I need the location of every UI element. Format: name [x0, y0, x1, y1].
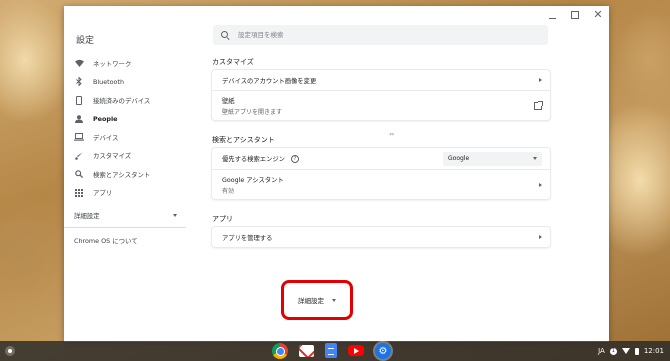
search-icon: [74, 169, 84, 179]
main-content: カスタマイズ デバイスのアカウント画像を変更 壁紙 壁紙アプリを開きます 検索と…: [212, 56, 550, 247]
battery-icon: [634, 347, 639, 355]
apps-card: アプリを管理する: [212, 227, 550, 247]
docs-icon[interactable]: [325, 343, 337, 358]
manage-apps-row[interactable]: アプリを管理する: [212, 227, 550, 247]
google-assistant-row[interactable]: Google アシスタント 有効: [212, 169, 550, 199]
section-title-search: 検索とアシスタント: [212, 136, 275, 144]
sidebar-item-people[interactable]: People: [64, 110, 189, 129]
row-label: アプリを管理する: [222, 234, 273, 242]
status-tray[interactable]: JA 1 12:01: [598, 344, 664, 358]
customize-card: デバイスのアカウント画像を変更 壁紙 壁紙アプリを開きます: [212, 70, 550, 120]
maximize-button[interactable]: [571, 11, 579, 19]
row-sublabel: 有効: [222, 187, 235, 195]
sidebar-item-advanced[interactable]: 詳細設定: [64, 206, 189, 224]
sidebar-item-label: 詳細設定: [74, 211, 100, 220]
notification-count: 1: [609, 347, 617, 355]
select-value: Google: [448, 155, 470, 162]
sidebar-item-label: アプリ: [93, 189, 113, 198]
window-controls: ✕: [547, 9, 603, 20]
row-label: 壁紙: [222, 97, 235, 105]
laptop-icon: [74, 132, 84, 142]
page-title: 設定: [76, 36, 95, 46]
sidebar: ネットワーク Bluetooth 接続済みのデバイス People デバイス カ…: [64, 54, 189, 249]
wifi-icon: [74, 58, 84, 68]
sidebar-item-label: 接続済みのデバイス: [93, 96, 151, 105]
youtube-icon[interactable]: [348, 345, 364, 356]
minimize-button[interactable]: [547, 10, 557, 20]
help-icon[interactable]: ?: [290, 155, 299, 163]
search-engine-row: 優先する検索エンジン ? Google: [212, 148, 550, 169]
row-sublabel: 壁紙アプリを開きます: [222, 108, 283, 116]
search-bar[interactable]: [213, 25, 548, 45]
close-button[interactable]: ✕: [593, 9, 603, 20]
change-account-image-row[interactable]: デバイスのアカウント画像を変更: [212, 70, 550, 90]
settings-icon[interactable]: ⚙: [375, 343, 391, 359]
shelf-apps: ⚙: [272, 343, 391, 359]
sidebar-item-label: Chrome OS について: [74, 236, 138, 245]
chevron-right-icon: [539, 78, 542, 82]
chevron-down-icon: [173, 213, 177, 217]
sidebar-item-label: デバイス: [93, 133, 119, 142]
chevron-down-icon: [533, 157, 537, 160]
person-icon: [74, 114, 84, 124]
wifi-icon: [621, 348, 630, 354]
open-external-icon[interactable]: [534, 100, 543, 110]
search-input[interactable]: [238, 31, 518, 39]
sidebar-item-label: ネットワーク: [93, 59, 132, 68]
phone-icon: [74, 95, 84, 105]
ime-indicator: JA: [598, 347, 605, 355]
apps-grid-icon: [74, 188, 84, 198]
brush-icon: [74, 151, 84, 161]
gmail-icon[interactable]: [299, 345, 314, 357]
sidebar-item-label: People: [93, 114, 118, 123]
wallpaper-row[interactable]: 壁紙 壁紙アプリを開きます: [212, 90, 550, 120]
resize-cursor-icon: ⇔: [389, 131, 395, 138]
bluetooth-icon: [74, 77, 84, 87]
sidebar-item-label: カスタマイズ: [93, 152, 132, 161]
chevron-down-icon: [332, 298, 336, 302]
clock: 12:01: [643, 347, 664, 355]
sidebar-item-device[interactable]: デバイス: [64, 128, 189, 147]
chrome-icon[interactable]: [272, 343, 288, 359]
row-label: デバイスのアカウント画像を変更: [222, 77, 317, 85]
row-label: Google アシスタント: [222, 176, 284, 184]
sidebar-divider: [64, 227, 186, 228]
sidebar-item-label: 検索とアシスタント: [93, 170, 151, 179]
sidebar-item-bluetooth[interactable]: Bluetooth: [64, 73, 189, 92]
search-icon: [221, 30, 230, 40]
chevron-right-icon: [539, 235, 542, 239]
sidebar-item-label: Bluetooth: [93, 77, 125, 86]
sidebar-item-network[interactable]: ネットワーク: [64, 54, 189, 73]
section-title-apps: アプリ: [212, 215, 233, 223]
search-engine-select[interactable]: Google: [443, 151, 542, 166]
chevron-right-icon: [539, 182, 542, 187]
shelf: ⚙ JA 1 12:01: [0, 341, 670, 361]
advanced-settings-button[interactable]: 詳細設定: [281, 280, 353, 320]
section-title-customize: カスタマイズ: [212, 58, 254, 66]
sidebar-item-search-assistant[interactable]: 検索とアシスタント: [64, 165, 189, 184]
sidebar-item-customize[interactable]: カスタマイズ: [64, 147, 189, 166]
row-label: 優先する検索エンジン: [222, 156, 285, 163]
advanced-settings-label: 詳細設定: [298, 297, 324, 305]
sidebar-item-connected-devices[interactable]: 接続済みのデバイス: [64, 91, 189, 110]
search-card: 優先する検索エンジン ? Google Google アシスタント 有効: [212, 148, 550, 199]
launcher-button[interactable]: [5, 346, 15, 356]
sidebar-item-apps[interactable]: アプリ: [64, 184, 189, 203]
sidebar-item-about[interactable]: Chrome OS について: [64, 231, 189, 249]
